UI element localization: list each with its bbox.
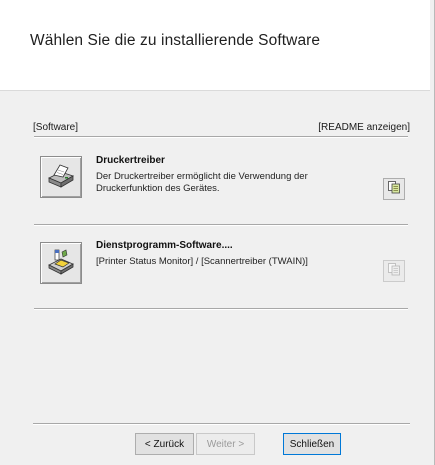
printer-driver-title: Druckertreiber (96, 155, 165, 166)
printer-driver-readme-button[interactable] (383, 178, 405, 200)
close-button[interactable]: Schließen (283, 433, 341, 455)
utility-software-description: [Printer Status Monitor] / [Scannertreib… (96, 256, 308, 267)
divider (34, 224, 408, 226)
header-panel: Wählen Sie die zu installierende Softwar… (0, 0, 430, 91)
divider (34, 308, 408, 310)
page-title: Wählen Sie die zu installierende Softwar… (30, 32, 321, 49)
printer-driver-button[interactable] (40, 156, 82, 198)
software-section-label: [Software] (33, 122, 79, 133)
printer-icon (46, 160, 76, 195)
next-button[interactable]: Weiter > (196, 433, 255, 455)
footer-divider (33, 423, 410, 425)
installer-window: Wählen Sie die zu installierende Softwar… (0, 0, 435, 465)
printer-driver-description: Der Druckertreiber ermöglicht die Verwen… (96, 171, 308, 194)
utility-software-button[interactable] (40, 242, 82, 284)
document-copy-icon (387, 262, 401, 281)
divider (34, 136, 408, 138)
readme-section-label: [README anzeigen] (318, 122, 410, 133)
utility-software-readme-button[interactable] (383, 260, 405, 282)
utility-disk-icon (46, 246, 76, 281)
utility-software-title: Dienstprogramm-Software.... (96, 240, 233, 251)
document-copy-icon (387, 180, 401, 199)
back-button[interactable]: < Zurück (135, 433, 194, 455)
